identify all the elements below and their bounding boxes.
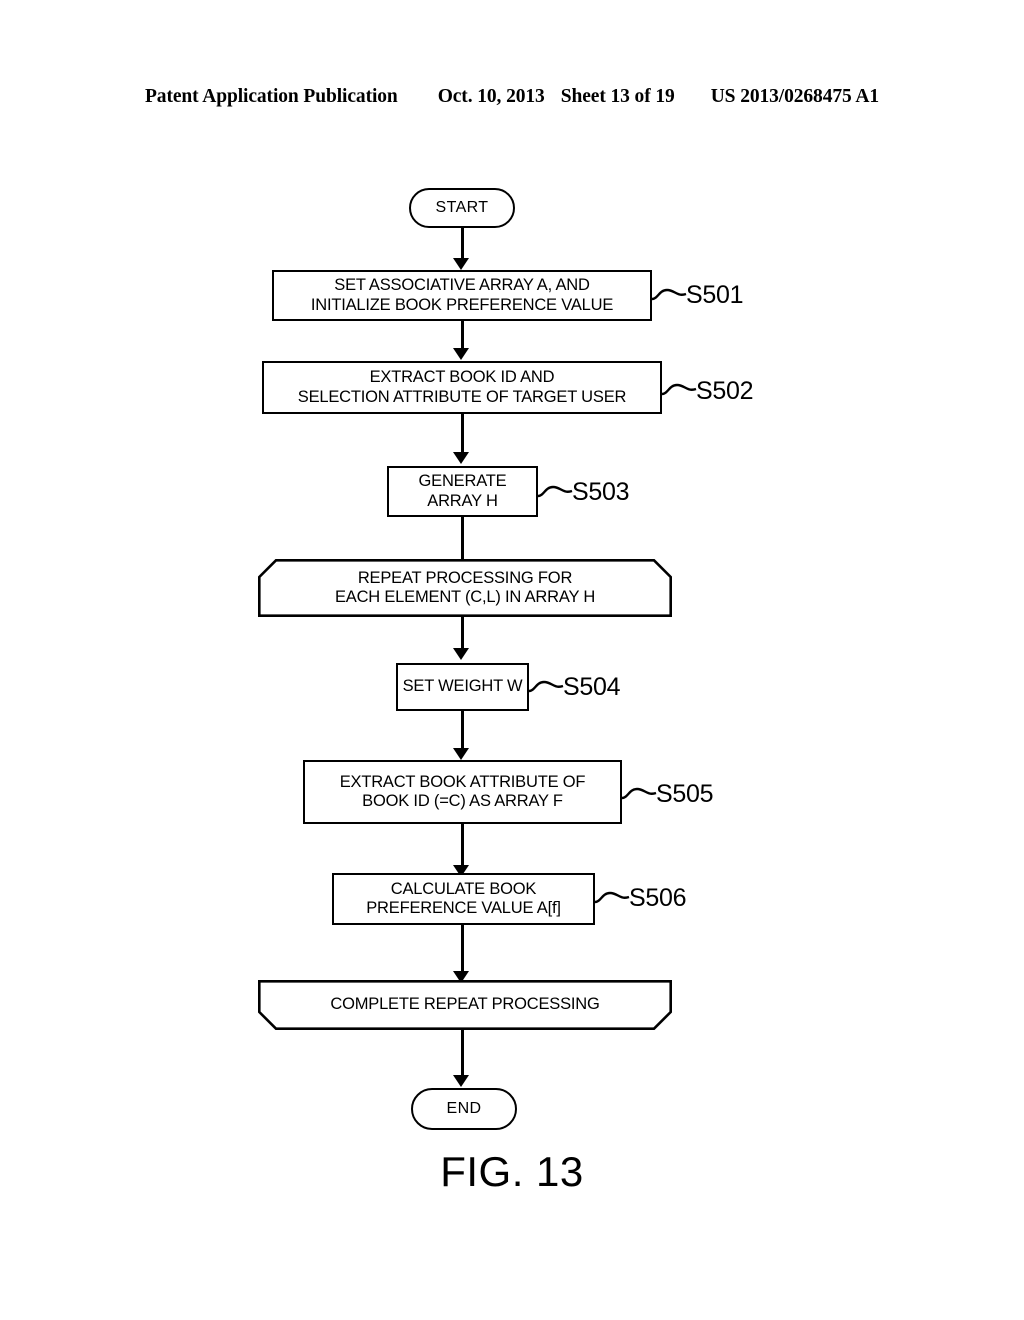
arrowhead-s503	[453, 452, 469, 464]
connector-s502-to-s503	[461, 414, 464, 452]
node-s501: SET ASSOCIATIVE ARRAY A, AND INITIALIZE …	[272, 270, 652, 321]
step-ref-s502: S502	[696, 377, 754, 405]
step-ref-s505: S505	[656, 780, 714, 808]
connector-s506-to-loop-end	[461, 925, 464, 973]
connector-s503-to-loop-start	[461, 517, 464, 562]
node-s506-label: CALCULATE BOOK PREFERENCE VALUE A[f]	[366, 879, 561, 917]
figure-caption: FIG. 13	[440, 1148, 584, 1195]
connector-s505-to-s506	[461, 824, 464, 866]
node-end-label: END	[446, 1099, 482, 1117]
arrowhead-s504	[453, 648, 469, 660]
node-s503-label: GENERATE ARRAY H	[418, 472, 507, 510]
node-s505: EXTRACT BOOK ATTRIBUTE OF BOOK ID (=C) A…	[303, 760, 622, 824]
connector-s501-to-s502	[461, 321, 464, 349]
step-ref-s506: S506	[629, 884, 687, 912]
node-s501-label: SET ASSOCIATIVE ARRAY A, AND INITIALIZE …	[310, 276, 614, 314]
step-ref-s503: S503	[572, 478, 630, 506]
connector-start-to-s501	[461, 228, 464, 260]
connector-loop-end-to-end	[461, 1030, 464, 1076]
arrowhead-s502	[453, 348, 469, 360]
node-s503: GENERATE ARRAY H	[387, 466, 538, 517]
node-s502-label: EXTRACT BOOK ID AND SELECTION ATTRIBUTE …	[297, 368, 627, 406]
node-end: END	[411, 1088, 517, 1130]
arrowhead-s505	[453, 748, 469, 760]
connector-s504-to-s505	[461, 711, 464, 749]
connector-loop-start-to-s504	[461, 617, 464, 649]
node-s504-label: SET WEIGHT W	[402, 677, 523, 696]
node-start-label: START	[435, 198, 489, 216]
step-ref-s504: S504	[563, 673, 621, 701]
node-loop-end-label: COMPLETE REPEAT PROCESSING	[330, 995, 600, 1014]
node-s505-label: EXTRACT BOOK ATTRIBUTE OF BOOK ID (=C) A…	[339, 772, 586, 810]
node-loop-start: REPEAT PROCESSING FOR EACH ELEMENT (C,L)…	[258, 559, 672, 617]
node-start: START	[409, 188, 515, 228]
step-ref-s501: S501	[686, 281, 744, 309]
node-s502: EXTRACT BOOK ID AND SELECTION ATTRIBUTE …	[262, 361, 662, 414]
arrowhead-end	[453, 1075, 469, 1087]
arrowhead-s501	[453, 258, 469, 270]
node-s506: CALCULATE BOOK PREFERENCE VALUE A[f]	[332, 873, 595, 925]
node-loop-end: COMPLETE REPEAT PROCESSING	[258, 980, 672, 1030]
flowchart-figure: START SET ASSOCIATIVE ARRAY A, AND INITI…	[0, 0, 1024, 1320]
node-s504: SET WEIGHT W	[396, 663, 529, 711]
node-loop-start-label: REPEAT PROCESSING FOR EACH ELEMENT (C,L)…	[334, 568, 596, 606]
